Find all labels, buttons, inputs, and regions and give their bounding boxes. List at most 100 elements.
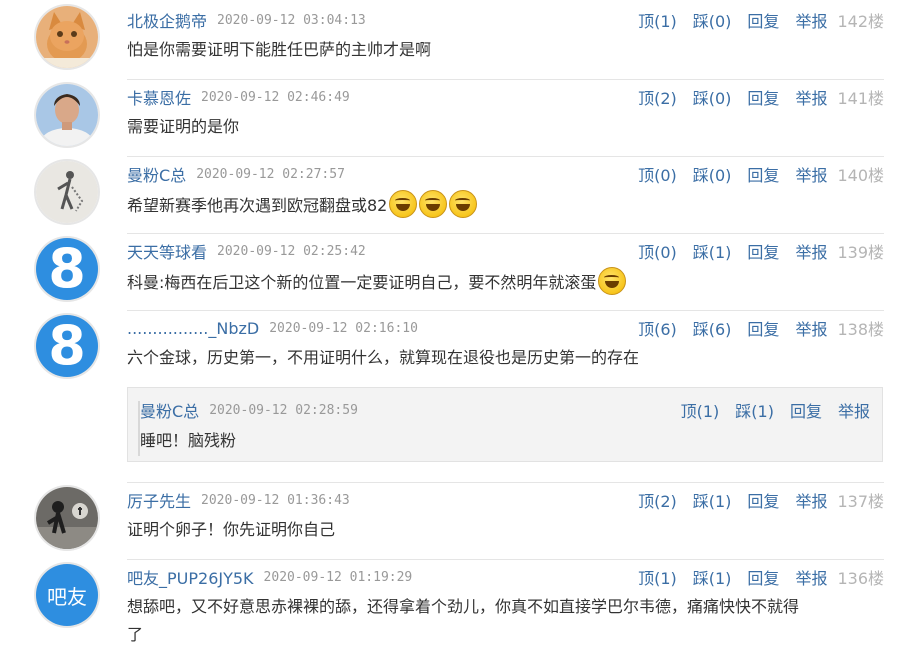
timestamp: 2020-09-12 03:04:13 (217, 12, 366, 28)
comment-text: 怕是你需要证明下能胜任巴萨的主帅才是啊 (127, 40, 432, 59)
downvote-button[interactable]: 踩(0) (693, 162, 732, 186)
divider (127, 233, 884, 234)
comment-actions: 顶(0) 踩(1) 回复 举报 139楼 (638, 239, 884, 263)
upvote-button[interactable]: 顶(2) (638, 488, 677, 512)
comment-header: 卡慕恩佐 2020-09-12 02:46:49 顶(2) 踩(0) 回复 举报… (127, 85, 884, 109)
reply-username[interactable]: 曼粉C总 (140, 398, 199, 422)
guest-avatar[interactable]: 吧友 (36, 564, 98, 626)
reply-button[interactable]: 回复 (747, 565, 779, 589)
comment-text-body: 科曼:梅西在后卫这个新的位置一定要证明自己，要不然明年就滚蛋 (127, 273, 597, 292)
floor-number: 142楼 (837, 12, 884, 31)
floor-number: 137楼 (837, 492, 884, 511)
report-button[interactable]: 举报 (795, 488, 827, 512)
comment-text-line: 了 (127, 625, 144, 644)
reply-actions: 顶(1) 踩(1) 回复 举报 (681, 398, 870, 422)
username[interactable]: 卡慕恩佐 (127, 85, 191, 109)
timestamp: 2020-09-12 02:46:49 (201, 89, 350, 105)
username[interactable]: 北极企鹅帝 (127, 8, 207, 32)
number-8-avatar[interactable]: 8 (36, 315, 98, 377)
comment-actions: 顶(2) 踩(1) 回复 举报 137楼 (638, 488, 884, 512)
reply-button[interactable]: 回复 (747, 488, 779, 512)
report-button[interactable]: 举报 (795, 8, 827, 32)
comment-actions: 顶(6) 踩(6) 回复 举报 138楼 (638, 316, 884, 340)
comment-actions: 顶(0) 踩(0) 回复 举报 140楼 (638, 162, 884, 186)
upvote-button[interactable]: 顶(2) (638, 85, 677, 109)
downvote-button[interactable]: 踩(6) (693, 316, 732, 340)
reply-downvote-button[interactable]: 踩(1) (735, 398, 774, 422)
floor-number: 141楼 (837, 89, 884, 108)
report-button[interactable]: 举报 (795, 239, 827, 263)
upvote-button[interactable]: 顶(1) (638, 565, 677, 589)
comment-text: 希望新赛季他再次遇到欧冠翻盘或82 (127, 190, 884, 220)
nested-reply: 曼粉C总 2020-09-12 02:28:59 顶(1) 踩(1) 回复 举报… (127, 387, 883, 462)
report-button[interactable]: 举报 (795, 162, 827, 186)
reply-button[interactable]: 回复 (747, 316, 779, 340)
figure-avatar[interactable] (36, 161, 98, 223)
laugh-cry-emoji-icon (389, 190, 418, 218)
username[interactable]: 厉子先生 (127, 488, 191, 512)
avatar-glyph: 8 (48, 315, 86, 377)
comment-text: 六个金球，历史第一，不用证明什么，就算现在退役也是历史第一的存在 (127, 348, 640, 367)
reply-button[interactable]: 回复 (747, 85, 779, 109)
reply-upvote-button[interactable]: 顶(1) (681, 398, 720, 422)
floor-number: 138楼 (837, 320, 884, 339)
comment-text: 科曼:梅西在后卫这个新的位置一定要证明自己，要不然明年就滚蛋 (127, 267, 884, 297)
username[interactable]: 吧友_PUP26JY5K (127, 565, 254, 589)
avatar-glyph: 8 (48, 238, 86, 300)
floor-number: 140楼 (837, 166, 884, 185)
reply-header: 曼粉C总 2020-09-12 02:28:59 顶(1) 踩(1) 回复 举报 (140, 398, 870, 422)
timestamp: 2020-09-12 02:27:57 (196, 166, 345, 182)
reply-button[interactable]: 回复 (747, 239, 779, 263)
comment-text-line: 想舔吧，又不好意思赤裸裸的舔，还得拿着个劲儿，你真不如直接学巴尔韦德，痛痛快快不… (127, 597, 800, 616)
comment-header: 北极企鹅帝 2020-09-12 03:04:13 顶(1) 踩(0) 回复 举… (127, 8, 884, 32)
downvote-button[interactable]: 踩(1) (693, 565, 732, 589)
comment-header: 吧友_PUP26JY5K 2020-09-12 01:19:29 顶(1) 踩(… (127, 565, 884, 589)
reply-reply-button[interactable]: 回复 (790, 398, 822, 422)
reply-button[interactable]: 回复 (747, 8, 779, 32)
username[interactable]: 天天等球看 (127, 239, 207, 263)
laugh-cry-emoji-icon (449, 190, 478, 218)
comment-actions: 顶(1) 踩(0) 回复 举报 142楼 (638, 8, 884, 32)
comment-header: ................_NbzD 2020-09-12 02:16:1… (127, 316, 884, 340)
downvote-button[interactable]: 踩(1) (693, 239, 732, 263)
shadow-avatar[interactable] (36, 487, 98, 549)
divider (127, 79, 884, 80)
comment-header: 曼粉C总 2020-09-12 02:27:57 顶(0) 踩(0) 回复 举报… (127, 162, 884, 186)
timestamp: 2020-09-12 02:25:42 (217, 243, 366, 259)
report-button[interactable]: 举报 (795, 565, 827, 589)
reply-timestamp: 2020-09-12 02:28:59 (209, 402, 358, 418)
reply-report-button[interactable]: 举报 (838, 398, 870, 422)
upvote-button[interactable]: 顶(6) (638, 316, 677, 340)
player-avatar[interactable] (36, 84, 98, 146)
divider (127, 156, 884, 157)
downvote-button[interactable]: 踩(0) (693, 8, 732, 32)
divider (127, 559, 884, 560)
comment-actions: 顶(2) 踩(0) 回复 举报 141楼 (638, 85, 884, 109)
upvote-button[interactable]: 顶(0) (638, 239, 677, 263)
downvote-button[interactable]: 踩(1) (693, 488, 732, 512)
laugh-cry-emoji-icon (598, 267, 627, 295)
number-8-avatar[interactable]: 8 (36, 238, 98, 300)
comment-text: 需要证明的是你 (127, 117, 240, 136)
report-button[interactable]: 举报 (795, 85, 827, 109)
avatar-glyph: 吧友 (47, 584, 87, 609)
timestamp: 2020-09-12 01:19:29 (263, 569, 413, 585)
downvote-button[interactable]: 踩(0) (693, 85, 732, 109)
laugh-cry-emoji-icon (419, 190, 448, 218)
divider (127, 310, 884, 311)
upvote-button[interactable]: 顶(0) (638, 162, 677, 186)
floor-number: 136楼 (837, 569, 884, 588)
username[interactable]: 曼粉C总 (127, 162, 186, 186)
reply-button[interactable]: 回复 (747, 162, 779, 186)
username[interactable]: ................_NbzD (127, 319, 259, 338)
divider (127, 482, 884, 483)
upvote-button[interactable]: 顶(1) (638, 8, 677, 32)
comment-text: 证明个卵子！你先证明你自己 (127, 520, 336, 539)
reply-text: 睡吧！脑残粉 (140, 431, 237, 450)
timestamp: 2020-09-12 01:36:43 (201, 492, 350, 508)
comment-text: 想舔吧，又不好意思赤裸裸的舔，还得拿着个劲儿，你真不如直接学巴尔韦德，痛痛快快不… (127, 593, 884, 649)
cat-avatar[interactable] (36, 6, 98, 68)
timestamp: 2020-09-12 02:16:10 (269, 320, 418, 336)
report-button[interactable]: 举报 (795, 316, 827, 340)
comment-header: 天天等球看 2020-09-12 02:25:42 顶(0) 踩(1) 回复 举… (127, 239, 884, 263)
